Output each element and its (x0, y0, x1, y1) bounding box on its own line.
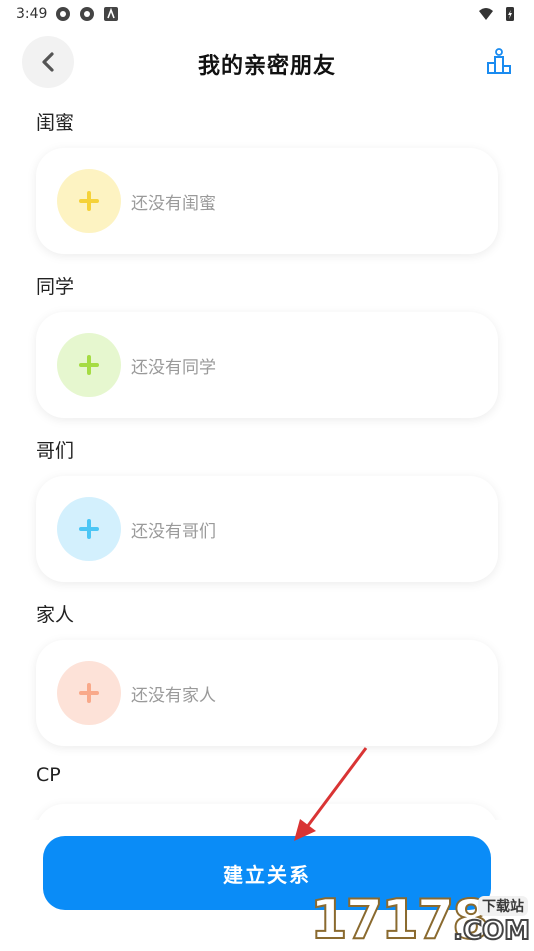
section-label-cp: CP (36, 764, 61, 786)
status-time: 3:49 (16, 6, 48, 22)
plus-icon (79, 355, 99, 375)
add-besties-card[interactable]: 还没有闺蜜 (36, 148, 498, 254)
status-bar: 3:49 (0, 0, 534, 28)
battery-icon (506, 7, 514, 21)
plus-icon (79, 519, 99, 539)
empty-state-text: 还没有闺蜜 (131, 193, 216, 214)
podium-icon (487, 48, 511, 74)
add-button[interactable] (57, 497, 121, 561)
add-button[interactable] (57, 661, 121, 725)
empty-state-text: 还没有同学 (131, 357, 216, 378)
watermark-side-text: 下载站 (478, 896, 528, 916)
add-classmates-card[interactable]: 还没有同学 (36, 312, 498, 418)
plus-icon (79, 191, 99, 211)
empty-state-text: 还没有哥们 (131, 521, 216, 542)
section-label-buddies: 哥们 (36, 440, 75, 462)
page-title: 我的亲密朋友 (197, 54, 336, 79)
site-watermark: 17178 下载站 .COM (309, 887, 534, 951)
text-notification-icon (104, 7, 119, 21)
app-notification-icon (80, 7, 95, 21)
header: 我的亲密朋友 (0, 34, 534, 90)
add-button[interactable] (57, 169, 121, 233)
empty-state-text: 还没有家人 (131, 685, 216, 706)
plus-icon (79, 683, 99, 703)
add-family-card[interactable]: 还没有家人 (36, 640, 498, 746)
add-buddies-card[interactable]: 还没有哥们 (36, 476, 498, 582)
app-notification-icon (56, 7, 71, 21)
section-label-classmates: 同学 (36, 276, 75, 298)
ranking-button[interactable] (484, 46, 514, 76)
status-left: 3:49 (16, 6, 119, 22)
wifi-icon (479, 8, 493, 20)
add-button[interactable] (57, 333, 121, 397)
section-label-besties: 闺蜜 (36, 112, 75, 134)
watermark-suffix: .COM (452, 915, 531, 947)
status-right (478, 6, 518, 22)
section-label-family: 家人 (36, 604, 75, 626)
